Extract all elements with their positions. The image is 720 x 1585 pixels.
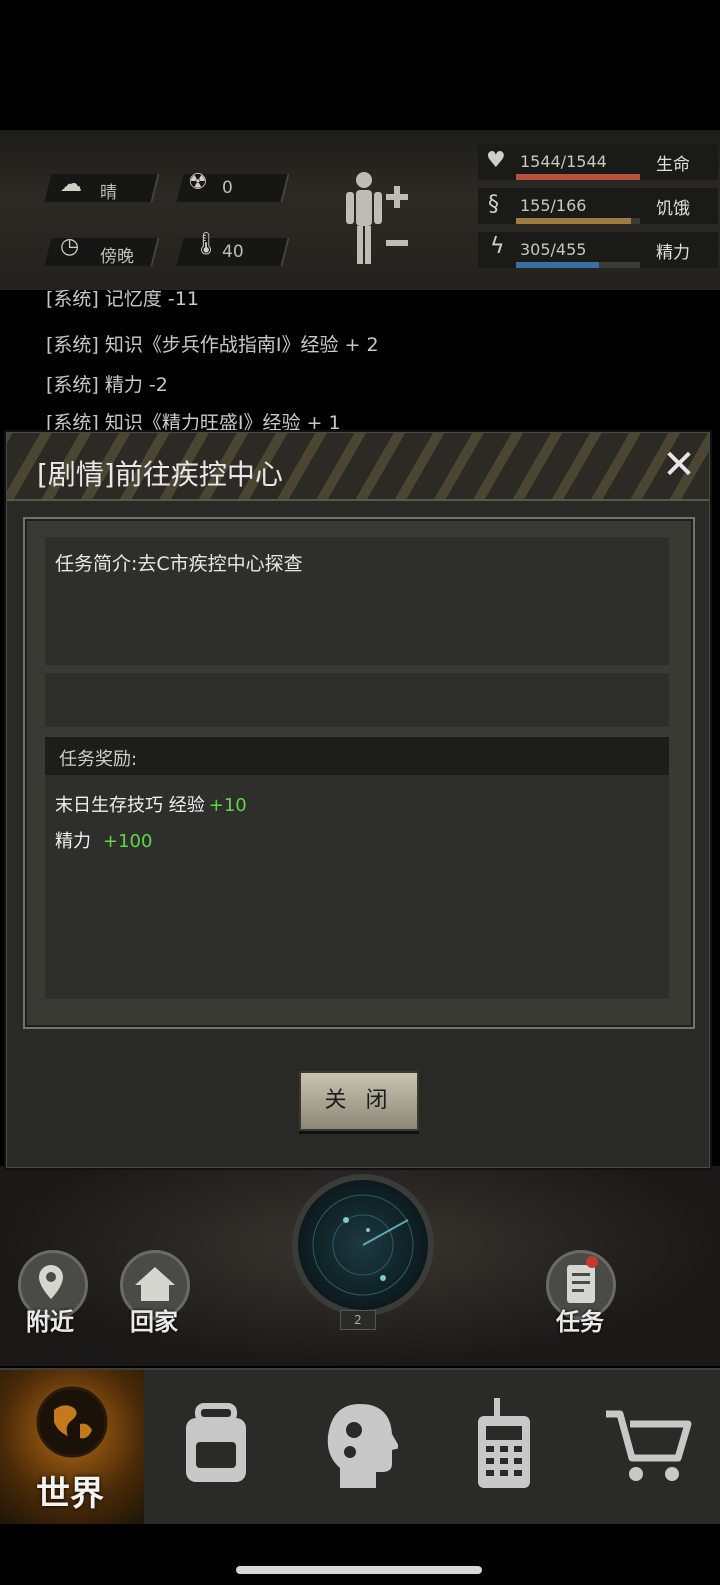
reward-name: 末日生存技巧 经验 (55, 795, 205, 816)
globe-icon (36, 1386, 108, 1458)
cart-icon (606, 1410, 692, 1481)
reward-header-label: 任务奖励: (59, 749, 138, 770)
bottom-nav: 世界 (0, 1368, 720, 1524)
reward-name: 精力 (55, 831, 91, 852)
hunger-label: 饥饿 (656, 199, 690, 219)
quest-panel: 任务简介:去C市疾控中心探查 任务奖励: 末日生存技巧 经验 +10 精力 +100 (23, 517, 695, 1029)
energy-value: 305/455 (520, 240, 587, 259)
close-icon[interactable]: ✕ (657, 443, 701, 487)
radar-icon (312, 1194, 414, 1296)
close-button[interactable]: 关 闭 (299, 1071, 419, 1131)
status-bar: ☁ 晴 ☢ 0 ◷ 傍晚 🌡 40 ♥ 1544/1544 生命 § 155/1… (0, 130, 720, 292)
reward-list: 末日生存技巧 经验 +10 精力 +100 (45, 775, 669, 999)
nav-world[interactable]: 世界 (0, 1370, 144, 1524)
nav-skills[interactable] (288, 1370, 432, 1524)
energy-label: 精力 (656, 243, 690, 263)
radiation-icon: ☢ (188, 170, 208, 195)
weather-icon: ☁ (60, 172, 82, 197)
clock-icon: ◷ (60, 234, 80, 259)
extra-info-box (45, 673, 669, 727)
quest-dialog: [剧情]前往疾控中心 ✕ 任务简介:去C市疾控中心探查 任务奖励: 末日生存技巧… (6, 432, 710, 1168)
backpack-icon (186, 1403, 246, 1482)
tasks-label: 任务 (556, 1308, 604, 1336)
skills-icon (327, 1404, 398, 1488)
stomach-icon: § (488, 192, 499, 217)
hunger-value: 155/166 (520, 196, 587, 215)
radiation-value: 0 (222, 178, 233, 198)
log-line: [系统] 精力 -2 (46, 374, 168, 396)
radio-icon (478, 1398, 530, 1488)
nearby-label: 附近 (26, 1308, 74, 1336)
nav-shop[interactable] (576, 1370, 720, 1524)
health-value: 1544/1544 (520, 152, 607, 171)
radar-button[interactable] (292, 1174, 434, 1316)
hunger-bar (516, 218, 640, 224)
reward-amount: +100 (103, 831, 153, 852)
time-of-day: 傍晚 (100, 247, 134, 267)
weather-text: 晴 (100, 183, 117, 203)
health-bar (516, 174, 640, 180)
notification-dot (586, 1256, 598, 1268)
nav-radio[interactable] (432, 1370, 576, 1524)
nav-world-label: 世界 (36, 1474, 104, 1514)
temperature-value: 40 (222, 242, 244, 262)
reward-header: 任务奖励: (45, 737, 669, 775)
reward-item: 末日生存技巧 经验 +10 (55, 791, 247, 817)
nav-backpack[interactable] (144, 1370, 288, 1524)
quest-description: 任务简介:去C市疾控中心探查 (55, 553, 303, 575)
energy-bar (516, 262, 640, 268)
lightning-icon: ϟ (490, 234, 505, 259)
log-line: [系统] 知识《步兵作战指南Ⅰ》经验 + 2 (46, 334, 379, 356)
radar-count: 2 (340, 1310, 376, 1330)
home-label: 回家 (130, 1308, 178, 1336)
body-icon (346, 172, 408, 264)
log-line: [系统] 记忆度 -11 (46, 290, 199, 310)
reward-item: 精力 +100 (55, 827, 152, 853)
description-box: 任务简介:去C市疾控中心探查 (45, 537, 669, 665)
home-indicator[interactable] (236, 1566, 482, 1574)
reward-amount: +10 (208, 795, 247, 816)
heart-icon: ♥ (486, 148, 506, 173)
body-equip-button[interactable] (340, 168, 420, 268)
log-line: [系统] 知识《精力旺盛Ⅰ》经验 + 1 (46, 412, 341, 434)
dialog-title: [剧情]前往疾控中心 (37, 458, 283, 491)
health-label: 生命 (656, 155, 690, 175)
message-log[interactable]: [系统] 记忆度 -11 [系统] 知识《步兵作战指南Ⅰ》经验 + 2 [系统]… (0, 290, 720, 435)
thermometer-icon: 🌡 (192, 232, 220, 257)
